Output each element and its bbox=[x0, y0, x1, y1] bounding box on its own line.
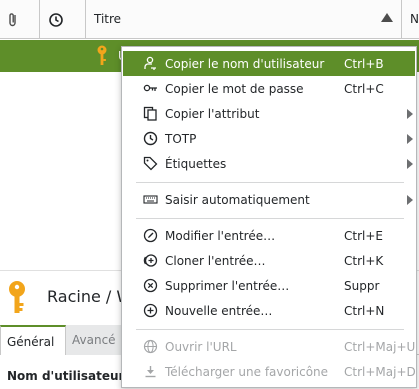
menu-item-label: Télécharger une favoricône bbox=[165, 365, 329, 379]
clock-icon bbox=[49, 13, 63, 27]
submenu-arrow-icon bbox=[407, 109, 413, 119]
menu-item-edit-entry[interactable]: Modifier l'entrée… Ctrl+E bbox=[123, 223, 415, 248]
column-next[interactable]: N bbox=[402, 0, 419, 39]
sort-ascending-icon bbox=[381, 13, 393, 22]
tab-general[interactable]: Général bbox=[0, 325, 66, 355]
menu-item-label: Ouvrir l'URL bbox=[165, 340, 237, 354]
entry-context-menu: Copier le nom d'utilisateur Ctrl+B Copie… bbox=[121, 46, 417, 388]
column-attachment[interactable] bbox=[0, 0, 40, 39]
username-field-label: Nom d'utilisateur bbox=[7, 369, 125, 383]
add-icon bbox=[143, 303, 158, 318]
tag-icon bbox=[143, 156, 158, 171]
menu-separator bbox=[136, 329, 404, 330]
menu-item-download-favicon[interactable]: Télécharger une favoricône Ctrl+Maj+D bbox=[123, 359, 416, 384]
column-header: Titre N bbox=[0, 0, 419, 39]
menu-item-shortcut: Ctrl+B bbox=[344, 57, 384, 71]
tab-advanced[interactable]: Avancé bbox=[66, 325, 126, 355]
entry-path-title: Racine / W bbox=[47, 287, 133, 306]
menu-item-auto-type[interactable]: Saisir automatiquement bbox=[123, 187, 415, 212]
menu-item-label: TOTP bbox=[165, 132, 197, 146]
menu-item-label: Copier le mot de passe bbox=[165, 82, 304, 96]
menu-item-shortcut: Ctrl+Maj+U bbox=[344, 340, 416, 354]
menu-item-label: Copier le nom d'utilisateur bbox=[165, 57, 325, 71]
menu-item-shortcut: Ctrl+N bbox=[344, 304, 385, 318]
column-next-label: N bbox=[410, 12, 419, 26]
menu-item-new-entry[interactable]: Nouvelle entrée… Ctrl+N bbox=[123, 298, 415, 323]
clock-icon bbox=[143, 131, 158, 146]
menu-item-shortcut: Suppr bbox=[344, 279, 380, 293]
submenu-arrow-icon bbox=[407, 159, 413, 169]
menu-item-shortcut: Ctrl+C bbox=[344, 82, 384, 96]
submenu-arrow-icon bbox=[407, 195, 413, 205]
edit-icon bbox=[143, 228, 158, 243]
menu-item-label: Copier l'attribut bbox=[165, 107, 260, 121]
menu-item-clone-entry[interactable]: Cloner l'entrée… Ctrl+K bbox=[123, 248, 415, 273]
globe-icon bbox=[143, 339, 158, 354]
menu-item-copy-attribute[interactable]: Copier l'attribut bbox=[123, 101, 415, 126]
menu-item-copy-username[interactable]: Copier le nom d'utilisateur Ctrl+B bbox=[123, 51, 415, 76]
menu-separator bbox=[136, 218, 404, 219]
paperclip-icon bbox=[9, 13, 16, 27]
menu-item-copy-password[interactable]: Copier le mot de passe Ctrl+C bbox=[123, 76, 415, 101]
menu-item-label: Cloner l'entrée… bbox=[165, 254, 266, 268]
menu-item-label: Étiquettes bbox=[165, 157, 227, 171]
menu-item-label: Nouvelle entrée… bbox=[165, 304, 273, 318]
menu-item-shortcut: Ctrl+Maj+D bbox=[344, 365, 416, 379]
menu-item-shortcut: Ctrl+E bbox=[344, 229, 383, 243]
menu-item-label: Supprimer l'entrée… bbox=[165, 279, 290, 293]
menu-item-label: Modifier l'entrée… bbox=[165, 229, 276, 243]
column-title-label: Titre bbox=[94, 12, 122, 26]
menu-item-totp[interactable]: TOTP bbox=[123, 126, 415, 151]
entry-key-icon bbox=[9, 281, 25, 313]
menu-separator bbox=[136, 182, 404, 183]
key-icon bbox=[97, 45, 107, 65]
column-time[interactable] bbox=[40, 0, 86, 39]
menu-item-tags[interactable]: Étiquettes bbox=[123, 151, 415, 176]
password-key-icon bbox=[143, 84, 157, 92]
column-title[interactable]: Titre bbox=[86, 0, 402, 39]
submenu-arrow-icon bbox=[407, 134, 413, 144]
download-icon bbox=[145, 366, 156, 378]
user-key-icon bbox=[144, 56, 156, 70]
menu-item-delete-entry[interactable]: Supprimer l'entrée… Suppr bbox=[123, 273, 415, 298]
menu-item-open-url[interactable]: Ouvrir l'URL Ctrl+Maj+U bbox=[123, 334, 415, 359]
clone-icon bbox=[143, 254, 158, 267]
keyboard-icon bbox=[143, 195, 158, 204]
menu-item-shortcut: Ctrl+K bbox=[344, 254, 384, 268]
menu-item-label: Saisir automatiquement bbox=[165, 193, 310, 207]
delete-icon bbox=[143, 278, 158, 293]
copy-icon bbox=[143, 106, 157, 121]
